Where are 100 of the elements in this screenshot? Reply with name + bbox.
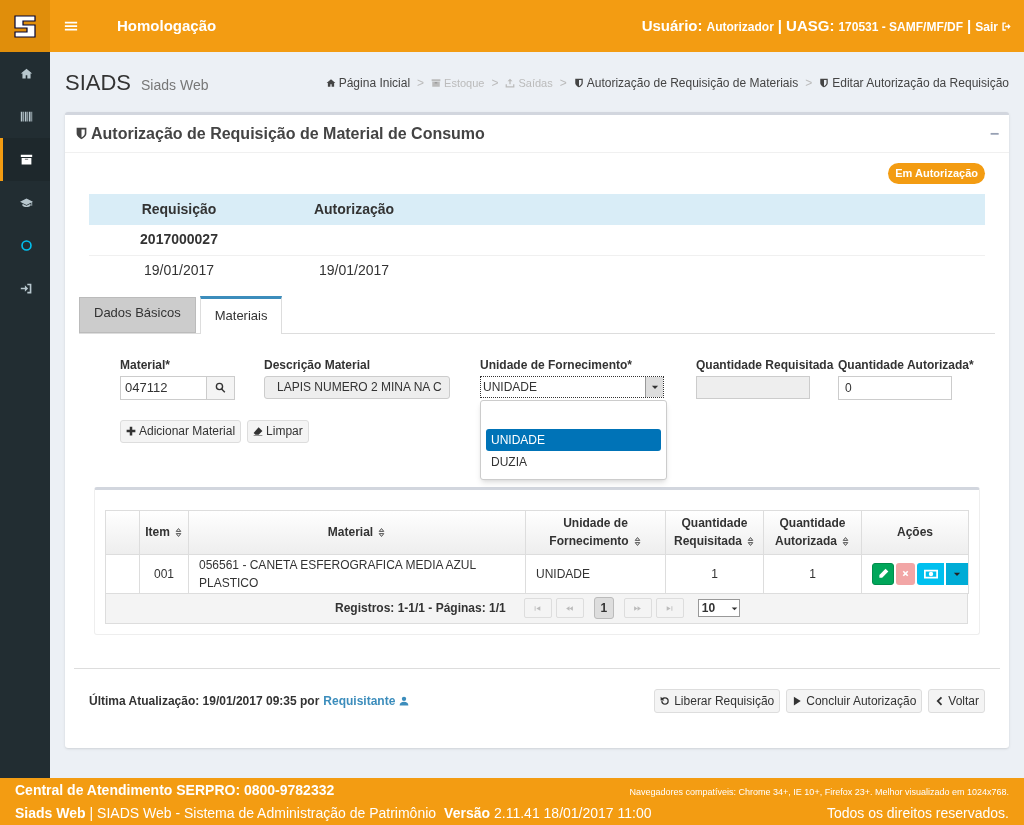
- column-header[interactable]: Material: [188, 510, 526, 554]
- breadcrumb-link[interactable]: Autorização de Requisição de Materiais: [573, 74, 799, 92]
- last-update-text: Última Atualização: 19/01/2017 09:35 por: [89, 692, 320, 710]
- column-header: Requisição: [140, 199, 218, 219]
- user-icon: [399, 695, 410, 706]
- upload-tray-icon: [505, 78, 516, 88]
- edit-button[interactable]: [872, 562, 894, 585]
- previous-page-icon: [565, 603, 575, 613]
- contact-text: Central de Atendimento SERPRO: 0800-9782332: [15, 780, 335, 800]
- pencil-icon: [877, 568, 889, 579]
- next-page-icon: [633, 603, 643, 613]
- uasg-label: UASG:: [786, 15, 835, 36]
- field-label: Unidade de Fornecimento*: [480, 356, 634, 370]
- dropdown-option[interactable]: UNIDADE: [486, 428, 661, 451]
- more-options-button[interactable]: [946, 562, 968, 585]
- status-badge: Em Autorização: [888, 163, 985, 184]
- column-header: Autorização: [312, 199, 396, 219]
- sort-icon: [746, 537, 755, 546]
- column-header[interactable]: Quantidade Autorizada: [763, 510, 862, 554]
- last-page-icon: [665, 603, 675, 613]
- breadcrumb-separator: >: [491, 75, 499, 92]
- date-cell-text: 19/01/2017: [142, 261, 216, 280]
- play-icon: [792, 695, 803, 706]
- breadcrumb-link[interactable]: Editar Autorização da Requisição: [819, 74, 1009, 92]
- table-cell: UNIDADE: [525, 554, 666, 593]
- chevron-left-icon: [934, 695, 945, 706]
- breadcrumb-separator: >: [805, 75, 813, 92]
- back-button[interactable]: Voltar: [928, 688, 985, 713]
- app-description: | SIADS Web - Sistema de Administração de Patrimônio: [89, 803, 437, 823]
- breadcrumb-separator: >: [417, 75, 425, 92]
- tab[interactable]: Dados Básicos: [79, 296, 196, 333]
- sign-in-icon: [20, 282, 33, 295]
- dropdown-option[interactable]: DUZIA: [486, 450, 661, 473]
- table-header-cell: [105, 510, 140, 554]
- archive-box-icon: [20, 153, 33, 166]
- unit-select[interactable]: UNIDADE: [480, 375, 664, 398]
- separator: |: [967, 15, 972, 36]
- material-field[interactable]: 047112: [120, 375, 235, 400]
- release-button[interactable]: Liberar Requisição: [654, 688, 781, 713]
- authorized-quantity-field[interactable]: 0: [838, 375, 952, 400]
- breadcrumb-separator: >: [559, 75, 567, 92]
- page-size-select[interactable]: 10: [697, 599, 740, 617]
- column-header[interactable]: Ações: [861, 510, 969, 554]
- breadcrumb-link[interactable]: Página Inicial: [325, 74, 411, 92]
- page-number-button[interactable]: 1: [593, 597, 614, 619]
- eraser-icon: [253, 426, 264, 436]
- search-icon: [215, 382, 226, 393]
- card-title: Autorização de Requisição de Material de Consumo: [91, 123, 485, 144]
- plus-icon: [126, 426, 136, 436]
- requester-link[interactable]: Requisitante: [323, 691, 410, 710]
- field-label: Descrição Material: [264, 356, 372, 370]
- uasg-value: 170531 - SAMF/MF/DF: [838, 18, 964, 36]
- browser-note: Navegadores compatíveis: Chrome 34+, IE 10+, Firefox 23+. Melhor visualizado em 1024x768.: [629, 785, 1009, 799]
- table-cell: 001: [139, 554, 189, 593]
- requisition-number: 2017000027: [139, 230, 219, 249]
- graduation-cap-icon: [20, 196, 33, 209]
- table-cell: 1: [763, 554, 862, 593]
- home-icon: [325, 78, 336, 88]
- sort-icon: [173, 528, 183, 537]
- circle-icon: [20, 239, 33, 252]
- add-material-button[interactable]: Adicionar Material: [120, 419, 242, 443]
- app-name: Siads Web: [15, 803, 86, 823]
- column-header[interactable]: Item: [139, 510, 189, 554]
- column-header[interactable]: Quantidade Requisitada: [665, 510, 764, 554]
- field-label: Quantidade Autorizada*: [838, 356, 975, 370]
- shield-icon: [75, 127, 88, 140]
- sort-icon: [377, 528, 387, 537]
- search-button[interactable]: [206, 376, 234, 399]
- description-field: LAPIS NUMERO 2 MINA NA C: [264, 375, 450, 399]
- clear-button[interactable]: Limpar: [247, 419, 309, 443]
- tab[interactable]: Materiais: [199, 295, 283, 334]
- sort-icon: [632, 537, 642, 546]
- version-label: Versão: [444, 803, 490, 823]
- shield-icon: [573, 78, 584, 88]
- user-label: Usuário:: [641, 15, 703, 36]
- conclude-button[interactable]: Concluir Autorização: [786, 688, 923, 713]
- sign-out-icon: [1001, 21, 1012, 33]
- sidebar-item[interactable]: [0, 138, 50, 181]
- separator: |: [777, 15, 783, 36]
- shield-icon: [819, 78, 830, 88]
- archive-box-icon: [431, 78, 442, 88]
- column-header[interactable]: Unidade de Fornecimento: [525, 510, 666, 554]
- undo-icon: [660, 695, 671, 706]
- menu-icon: [64, 19, 78, 33]
- close-icon: [901, 569, 910, 578]
- rights-text: Todos os direitos reservados.: [826, 803, 1009, 823]
- date-cell-text: 19/01/2017: [317, 261, 391, 280]
- sort-icon: [841, 537, 850, 546]
- version-text: 2.11.41 18/01/2017 11:00: [494, 803, 652, 823]
- table-cell: 056561 - CANETA ESFEROGRAFICA MEDIA AZUL PLASTICO: [188, 554, 526, 593]
- money-button[interactable]: [917, 562, 944, 585]
- user-name: Autorizador: [706, 18, 774, 36]
- home-icon: [20, 67, 33, 80]
- table-cell: 1: [665, 554, 764, 593]
- field-label: Quantidade Requisitada: [696, 356, 835, 370]
- first-page-icon: [533, 603, 543, 613]
- field-label: Material*: [120, 356, 172, 370]
- delete-button[interactable]: [896, 562, 915, 585]
- environment-title: Homologação: [117, 15, 217, 36]
- page-subtitle: Siads Web: [141, 75, 209, 95]
